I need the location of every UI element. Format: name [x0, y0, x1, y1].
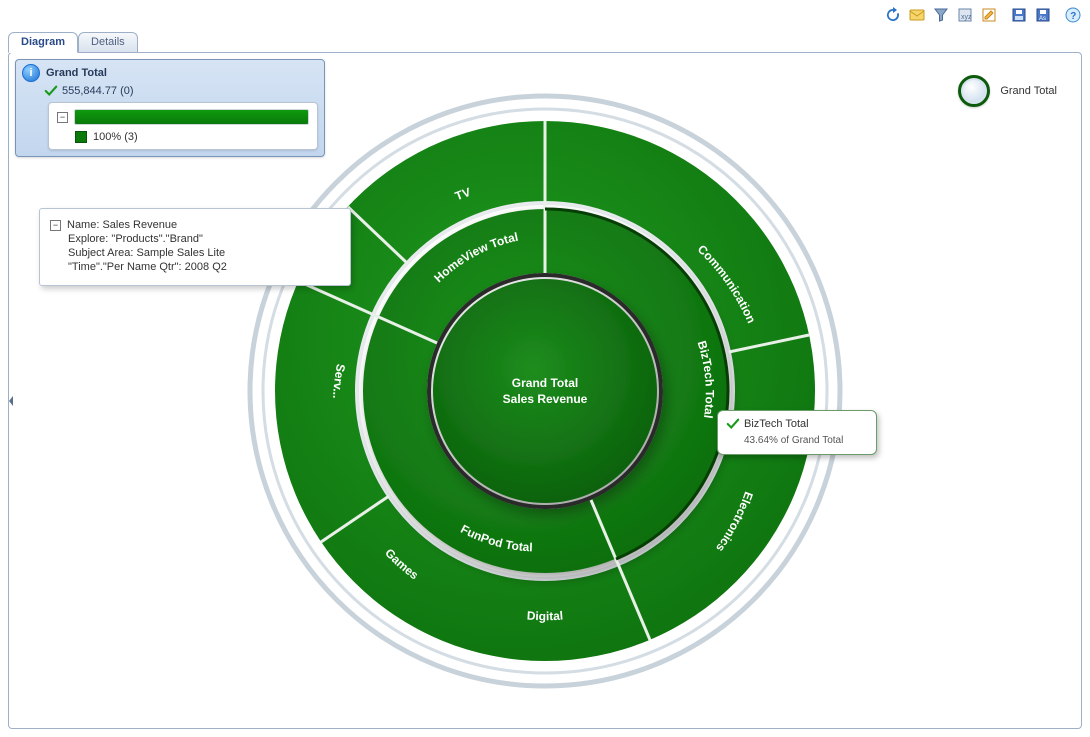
sunburst-chart[interactable]: Grand Total Sales Revenue BizTech Total …	[235, 81, 855, 701]
check-icon	[726, 417, 740, 431]
tab-details[interactable]: Details	[78, 32, 138, 52]
toolbar: xyz As ?	[882, 4, 1084, 26]
slice-tooltip: BizTech Total 43.64% of Grand Total	[717, 410, 877, 455]
tab-diagram[interactable]: Diagram	[8, 32, 78, 53]
info-icon[interactable]: i	[22, 64, 40, 82]
center-label-1: Grand Total	[512, 376, 578, 390]
meta-time: "Time"."Per Name Qtr": 2008 Q2	[68, 261, 340, 273]
legend-symbol	[958, 75, 990, 107]
summary-card: i Grand Total 555,844.77 (0) − 100% (3)	[15, 59, 325, 157]
svg-text:?: ?	[1070, 11, 1076, 22]
slice-tooltip-title: BizTech Total	[744, 418, 809, 430]
filter-button[interactable]	[930, 4, 952, 26]
save-as-button[interactable]: As	[1032, 4, 1054, 26]
metadata-tooltip: − Name: Sales Revenue Explore: "Products…	[39, 208, 351, 286]
chart-legend: Grand Total	[958, 75, 1057, 107]
collapse-minus[interactable]: −	[57, 112, 68, 123]
slice-tooltip-pct: 43.64% of Grand Total	[744, 435, 868, 446]
help-button[interactable]: ?	[1062, 4, 1084, 26]
check-icon	[44, 84, 58, 98]
send-button[interactable]	[906, 4, 928, 26]
meta-name: Name: Sales Revenue	[67, 219, 177, 231]
edit-button[interactable]	[978, 4, 1000, 26]
svg-text:As: As	[1039, 16, 1046, 22]
refresh-button[interactable]	[882, 4, 904, 26]
legend-swatch-green	[75, 131, 87, 143]
summary-title: Grand Total	[46, 67, 107, 79]
format-button[interactable]: xyz	[954, 4, 976, 26]
summary-value: 555,844.77 (0)	[62, 85, 134, 97]
svg-text:xyz: xyz	[961, 14, 972, 21]
tab-strip: Diagram Details	[8, 30, 138, 52]
collapse-handle[interactable]	[7, 389, 15, 413]
save-button[interactable]	[1008, 4, 1030, 26]
meta-subject: Subject Area: Sample Sales Lite	[68, 247, 340, 259]
summary-bar-card: − 100% (3)	[48, 102, 318, 150]
center-label-2: Sales Revenue	[503, 392, 588, 406]
center-circle[interactable]	[429, 275, 661, 507]
progress-track	[74, 109, 309, 125]
progress-fill	[75, 110, 308, 124]
progress-label: 100% (3)	[93, 131, 138, 143]
diagram-panel: i Grand Total 555,844.77 (0) − 100% (3)	[8, 52, 1082, 729]
label-digital: Digital	[526, 608, 563, 623]
meta-explore: Explore: "Products"."Brand"	[68, 233, 340, 245]
legend-label: Grand Total	[1000, 85, 1057, 97]
meta-collapse-minus[interactable]: −	[50, 220, 61, 231]
